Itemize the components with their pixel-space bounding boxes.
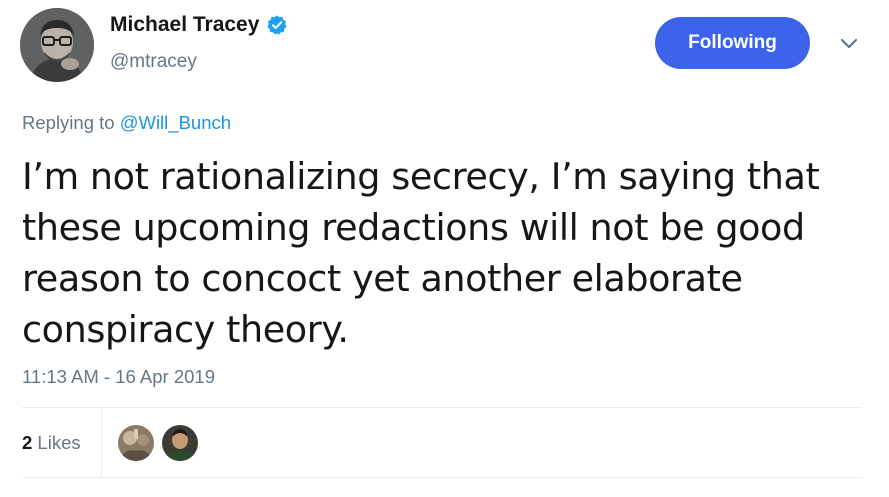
verified-badge-icon — [266, 14, 288, 36]
replying-to-line: Replying to @Will_Bunch — [22, 112, 231, 134]
stats-divider-bottom — [22, 477, 862, 478]
stats-divider-top — [22, 407, 862, 408]
author-name[interactable]: Michael Tracey — [110, 13, 259, 37]
likes-label: Likes — [32, 432, 81, 453]
reply-target-link[interactable]: @Will_Bunch — [120, 112, 231, 133]
likes-count[interactable]: 2 Likes — [22, 432, 81, 454]
likes-number: 2 — [22, 432, 33, 453]
stats-separator — [101, 408, 102, 477]
liker-avatar[interactable] — [162, 425, 198, 461]
replying-to-prefix: Replying to — [22, 112, 120, 133]
tweet-timestamp[interactable]: 11:13 AM - 16 Apr 2019 — [22, 366, 215, 388]
following-button[interactable]: Following — [655, 17, 810, 69]
author-handle[interactable]: @mtracey — [110, 51, 197, 73]
author-avatar[interactable] — [20, 8, 94, 82]
tweet-text: I’m not rationalizing secrecy, I’m sayin… — [22, 155, 820, 351]
chevron-down-icon[interactable] — [838, 36, 860, 52]
liker-avatar[interactable] — [118, 425, 154, 461]
author-name-row[interactable]: Michael Tracey — [110, 13, 288, 37]
